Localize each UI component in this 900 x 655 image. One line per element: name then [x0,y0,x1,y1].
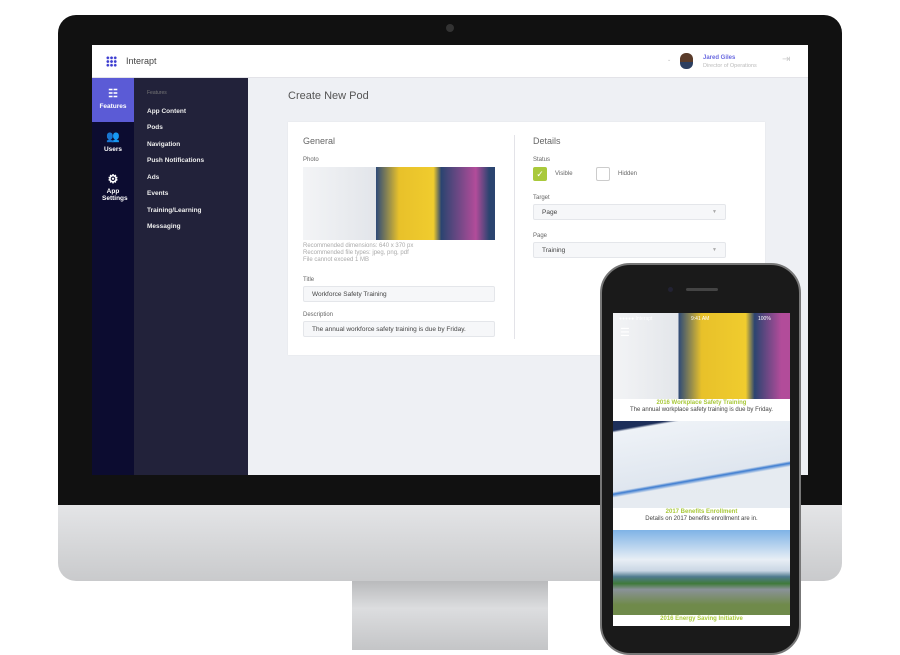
card-image-safety[interactable] [613,313,790,399]
app-header: Interapt ⌄ Jared Giles Director of Opera… [92,45,808,78]
photo-preview[interactable] [303,167,495,240]
card-title[interactable]: 2016 Workplace Safety Training [613,400,790,406]
page-label: Page [533,233,548,239]
photo-hint-dimensions: Recommended dimensions: 640 x 370 px [303,243,414,249]
features-icon: ☷ [108,88,118,100]
chevron-down-icon: ▼ [712,209,717,215]
subnav-heading: Features [147,90,167,96]
subnav-item-pods[interactable]: Pods [147,124,163,131]
sub-navigation: Features App Content Pods Navigation Pus… [134,78,248,475]
column-divider [514,135,515,339]
target-label: Target [533,195,550,201]
users-icon: 👥 [106,131,120,143]
card-title[interactable]: 2016 Energy Saving Initiative [613,616,790,622]
card-image-energy[interactable] [613,530,790,615]
avatar[interactable] [680,53,693,69]
subnav-item-push-notifications[interactable]: Push Notifications [147,157,204,164]
details-heading: Details [533,136,561,146]
status-label: Status [533,157,551,163]
subnav-item-training[interactable]: Training/Learning [147,207,202,214]
photo-hint-size: File cannot exceed 1 MB [303,257,370,263]
title-label: Title [303,277,315,283]
card-title[interactable]: 2017 Benefits Enrollment [613,509,790,515]
hidden-checkbox[interactable] [596,167,610,181]
photo-label: Photo [303,157,319,163]
rail-item-features[interactable]: ☷ Features [92,78,134,122]
subnav-item-ads[interactable]: Ads [147,174,159,181]
photo-hint-types: Recommended file types: jpeg, png, pdf [303,250,409,256]
target-select[interactable]: Page ▼ [533,204,726,220]
phone-camera [668,287,673,292]
subnav-item-app-content[interactable]: App Content [147,108,186,115]
description-label: Description [303,312,334,318]
general-heading: General [303,136,336,146]
card-image-benefits[interactable] [613,421,790,508]
visible-label: Visible [555,171,573,177]
description-input[interactable]: The annual workforce safety training is … [303,321,495,337]
user-name[interactable]: Jared Giles [703,55,735,61]
card-description: Details on 2017 benefits enrollment are … [645,516,758,522]
visible-checkbox[interactable]: ✓ [533,167,547,181]
chevron-down-icon: ▼ [712,247,717,253]
time-text: 9:41 AM [691,316,710,322]
hamburger-menu-icon[interactable]: ☰ [620,326,630,339]
app-grid-icon[interactable] [106,56,117,67]
phone-speaker [686,288,718,291]
rail-item-app-settings[interactable]: ⚙ App Settings [92,172,134,202]
logout-icon[interactable]: ⇥ [782,54,790,65]
phone-screen: ●●●●● Interapt 9:41 AM 100% ☰ 2016 Workp… [613,313,790,626]
chevron-down-icon[interactable]: ⌄ [667,57,671,63]
subnav-item-events[interactable]: Events [147,190,168,197]
card-description: The annual workplace safety training is … [630,407,773,413]
monitor-stand [352,581,548,650]
user-role: Director of Operations [703,63,757,69]
page-title: Create New Pod [288,90,369,102]
subnav-item-navigation[interactable]: Navigation [147,141,180,148]
page-select[interactable]: Training ▼ [533,242,726,258]
subnav-item-messaging[interactable]: Messaging [147,223,181,230]
icon-rail: ☷ Features 👥 Users ⚙ App Settings [92,78,134,475]
gear-icon: ⚙ [107,172,119,186]
carrier-text: ●●●●● Interapt [619,316,653,322]
camera [446,24,454,32]
rail-item-users[interactable]: 👥 Users [92,130,134,153]
hidden-label: Hidden [618,171,638,177]
title-input[interactable]: Workforce Safety Training [303,286,495,302]
app-name: Interapt [126,56,157,66]
battery-text: 100% [758,316,771,322]
